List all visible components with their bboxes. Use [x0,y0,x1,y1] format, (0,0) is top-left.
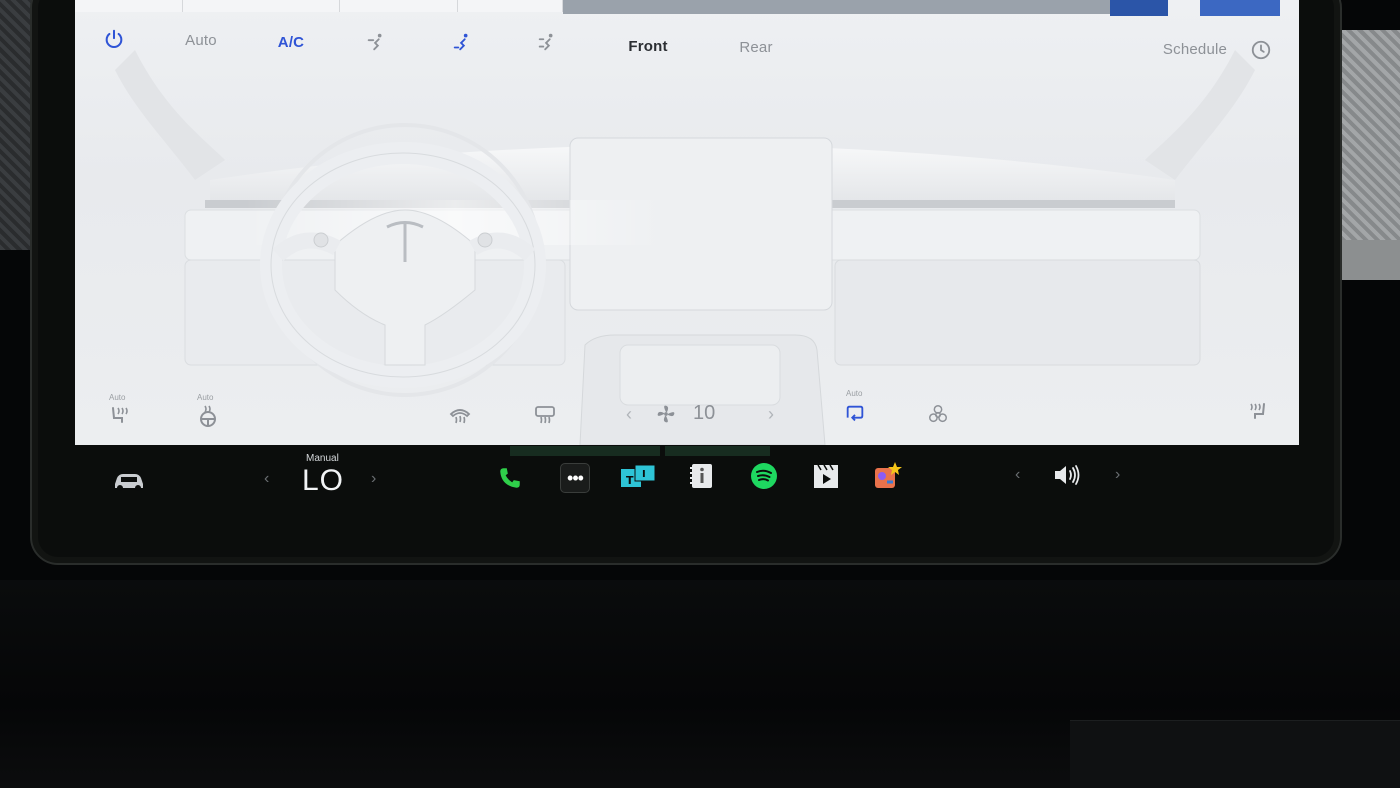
airflow-defrost-icon [538,33,553,51]
console-vent [1070,720,1400,788]
biohazard-icon [929,405,947,423]
auto-label: Auto [185,31,217,49]
seat-heater-right-icon [1250,403,1265,419]
cabin-temp-value[interactable]: LO [302,464,344,498]
spotify-icon [751,463,777,489]
toybox-icon: T I [621,464,656,487]
airflow-face-button[interactable] [360,28,392,56]
recirc-auto-label: Auto [846,389,863,398]
temp-decrease-button[interactable]: ‹ [264,470,269,488]
cabin-illustration [115,50,1255,445]
front-label: Front [628,37,668,55]
steering-heater-icon [200,405,216,427]
map-water-2 [1200,0,1280,16]
steering-heat-auto-label: Auto [197,393,214,402]
airflow-feet-icon [453,33,468,51]
svg-text:I: I [642,469,646,480]
temp-increase-button[interactable]: › [371,470,376,488]
strip-segment [458,0,563,12]
map-water-1 [1110,0,1168,16]
schedule-button[interactable]: Schedule [1155,37,1235,61]
top-strip [75,0,1299,16]
map-strip [563,0,1113,14]
volume-icon [1055,465,1080,485]
arcade-icon [875,462,902,488]
more-icon: ••• [567,468,584,488]
fan-decrease-button[interactable]: ‹ [621,402,637,426]
auto-button[interactable]: Auto [171,28,231,52]
chevron-left-icon: ‹ [626,403,632,424]
fan-increase-button[interactable]: › [763,402,779,426]
front-defrost-icon [449,409,471,424]
power-icon [105,29,123,48]
toybox-app-button[interactable]: T I [620,461,656,491]
front-defrost-button[interactable] [445,400,475,428]
screen-reflection [665,446,770,456]
car-button[interactable] [111,466,147,496]
clock-icon [1251,40,1271,60]
seat-heat-auto-label: Auto [109,393,126,402]
volume-up-button[interactable]: › [1115,466,1120,484]
volume-down-button[interactable]: ‹ [1015,466,1020,484]
rear-label: Rear [739,38,773,56]
recirculate-button[interactable] [840,400,870,428]
spotify-app-button[interactable] [749,461,779,491]
owners-manual-button[interactable] [687,461,717,491]
rear-defrost-icon [535,406,555,424]
climate-screen: Auto A/C Front Rear Schedule Auto Auto ‹… [75,0,1299,445]
fan-speed-value: 10 [693,402,716,424]
strip-segment [183,0,340,12]
passenger-seat-heater-button[interactable] [1242,398,1272,426]
arcade-app-button[interactable] [873,460,903,490]
bioweapon-mode-button[interactable] [923,400,953,428]
power-button[interactable] [99,24,129,54]
tab-front[interactable]: Front [618,34,678,58]
phone-app-button[interactable] [495,463,525,493]
screen-reflection [510,446,660,456]
dock-bar: ‹ Manual LO › ••• T I ‹ › [75,446,1299,526]
recirculate-icon [846,405,864,422]
fan-icon [657,405,675,423]
airflow-feet-button[interactable] [446,28,478,56]
airflow-face-icon [367,33,382,51]
schedule-clock-button[interactable] [1248,37,1274,63]
strip-segment [75,0,183,12]
airflow-defrost-button[interactable] [531,28,563,56]
manual-icon [690,464,712,488]
chevron-right-icon: › [768,403,774,424]
ac-button[interactable]: A/C [261,30,321,54]
strip-segment [340,0,458,12]
rear-defrost-button[interactable] [530,400,560,428]
seat-heater-icon [112,407,128,423]
theater-icon [814,464,838,488]
volume-button[interactable] [1049,460,1085,490]
schedule-label: Schedule [1162,40,1228,58]
car-icon [115,474,143,491]
tab-rear[interactable]: Rear [726,35,786,59]
more-apps-button[interactable]: ••• [560,463,590,493]
fan-icon-wrap [653,400,679,428]
ac-label: A/C [277,33,305,51]
phone-icon [500,468,520,488]
driver-seat-heater-button[interactable] [105,402,135,430]
theater-app-button[interactable] [811,461,841,491]
temp-mode-label: Manual [306,453,339,464]
carbon-trim-right [1340,30,1400,245]
steering-heater-button[interactable] [193,402,223,430]
svg-text:T: T [626,474,634,487]
